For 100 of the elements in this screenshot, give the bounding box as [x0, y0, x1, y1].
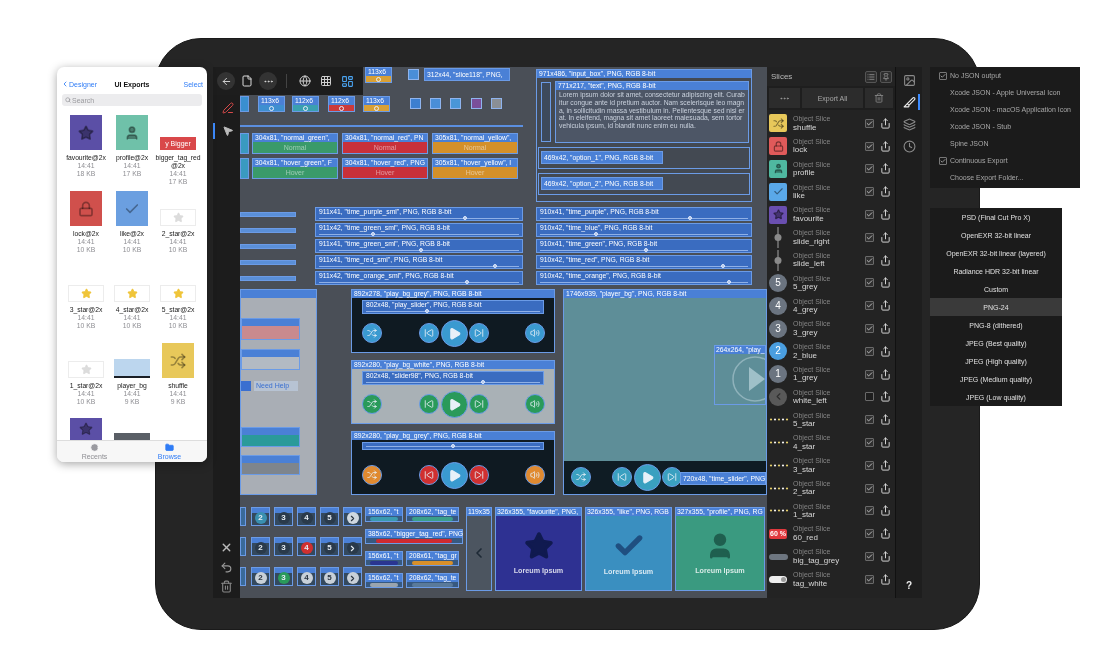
undo-icon[interactable] — [220, 560, 233, 574]
share-button[interactable] — [880, 504, 891, 517]
checkbox[interactable] — [865, 324, 874, 334]
tag-pill-icon — [769, 553, 788, 560]
ring-icon — [303, 105, 308, 111]
slice-name: 2_star — [793, 487, 817, 497]
slice-name: 1_grey — [793, 373, 819, 383]
share-icon — [880, 231, 891, 243]
checkbox[interactable] — [865, 232, 874, 242]
number-badge: 4 — [769, 296, 787, 315]
slice-name: like — [793, 191, 805, 201]
scrollbar-slice — [541, 82, 551, 142]
checkbox[interactable] — [865, 460, 874, 470]
number-badge: 4 — [300, 512, 313, 524]
slice-edge — [240, 228, 296, 233]
dots-icon — [769, 441, 789, 445]
share-button[interactable] — [880, 436, 891, 449]
chevron-left-icon — [61, 80, 69, 88]
image-icon — [902, 73, 916, 87]
pin-button[interactable] — [880, 70, 892, 83]
checkbox[interactable] — [865, 118, 874, 128]
checkbox[interactable] — [865, 346, 874, 356]
share-button[interactable] — [880, 345, 891, 358]
checkbox[interactable] — [865, 483, 874, 493]
share-button[interactable] — [880, 368, 891, 381]
dots-icon — [769, 486, 789, 490]
slice-name: 2_blue — [793, 350, 819, 360]
number-badge: 5 — [323, 542, 336, 554]
share-button[interactable] — [880, 459, 891, 472]
checkbox[interactable] — [865, 438, 874, 448]
slice-name: 3_grey — [793, 327, 819, 337]
slice-name: slide_right — [793, 236, 831, 246]
back-button[interactable] — [217, 72, 235, 90]
share-button[interactable] — [880, 550, 891, 563]
grid-icon — [320, 75, 332, 87]
share-button[interactable] — [880, 573, 891, 586]
checkbox[interactable] — [865, 141, 874, 151]
number-badge: 4 — [300, 572, 313, 584]
checkbox[interactable] — [865, 210, 874, 220]
share-button[interactable] — [880, 482, 891, 495]
checkbox[interactable] — [865, 164, 874, 174]
share-icon — [880, 163, 891, 175]
slice-name: 4_grey — [793, 305, 819, 314]
share-button[interactable] — [880, 322, 891, 335]
share-button[interactable] — [880, 163, 891, 175]
share-button[interactable] — [880, 299, 891, 312]
checkbox[interactable] — [865, 415, 874, 425]
share-button[interactable] — [880, 140, 891, 153]
slice-name: lock — [793, 145, 808, 155]
trash-icon[interactable] — [220, 580, 233, 593]
more-button[interactable] — [259, 72, 277, 90]
checkbox[interactable] — [865, 552, 874, 562]
checkbox[interactable] — [865, 392, 874, 402]
number-badge: 3 — [769, 319, 787, 338]
dots-icon — [769, 509, 789, 513]
share-button[interactable] — [880, 413, 891, 426]
share-icon — [880, 323, 891, 335]
number-badge: 3 — [277, 542, 290, 554]
trash-icon — [874, 93, 884, 103]
slice-name: 4_star — [793, 441, 817, 451]
checkbox[interactable] — [865, 278, 874, 288]
checkbox[interactable] — [865, 369, 874, 379]
list-icon — [867, 72, 875, 81]
checkbox[interactable] — [865, 301, 874, 311]
share-icon — [880, 140, 891, 152]
share-icon — [880, 254, 891, 266]
globe-button[interactable] — [296, 72, 314, 90]
slice-name: tag_white — [793, 578, 829, 588]
share-button[interactable] — [880, 208, 891, 221]
checkbox[interactable] — [865, 529, 874, 539]
share-icon — [880, 368, 891, 380]
share-button[interactable] — [880, 276, 891, 289]
checkbox[interactable] — [865, 574, 874, 584]
number-badge: 3 — [277, 512, 290, 524]
number-badge: 2 — [254, 542, 267, 554]
checkbox[interactable] — [865, 255, 874, 265]
back-icon — [220, 75, 232, 87]
slice-edge — [240, 276, 296, 281]
close-icon[interactable] — [220, 541, 233, 554]
checkbox[interactable] — [865, 506, 874, 516]
share-button[interactable] — [880, 231, 891, 244]
share-button[interactable] — [880, 390, 891, 403]
list-button[interactable] — [865, 70, 877, 83]
share-icon — [880, 414, 891, 426]
share-button[interactable] — [880, 117, 891, 130]
help-button[interactable]: ? — [905, 580, 913, 592]
slice-name: big_tag_grey — [793, 555, 841, 565]
share-icon — [880, 551, 891, 563]
share-button[interactable] — [880, 254, 891, 267]
number-badge: 5 — [323, 512, 336, 524]
number-badge: 3 — [277, 572, 290, 584]
share-icon — [880, 391, 891, 403]
share-button[interactable] — [880, 527, 891, 540]
share-button[interactable] — [880, 185, 891, 198]
slice-edge — [240, 244, 296, 249]
share-icon — [880, 277, 891, 289]
checkbox[interactable] — [865, 187, 874, 197]
ring-icon — [374, 105, 379, 111]
ring-icon — [339, 105, 344, 111]
slice-name: slide_left — [793, 259, 826, 269]
